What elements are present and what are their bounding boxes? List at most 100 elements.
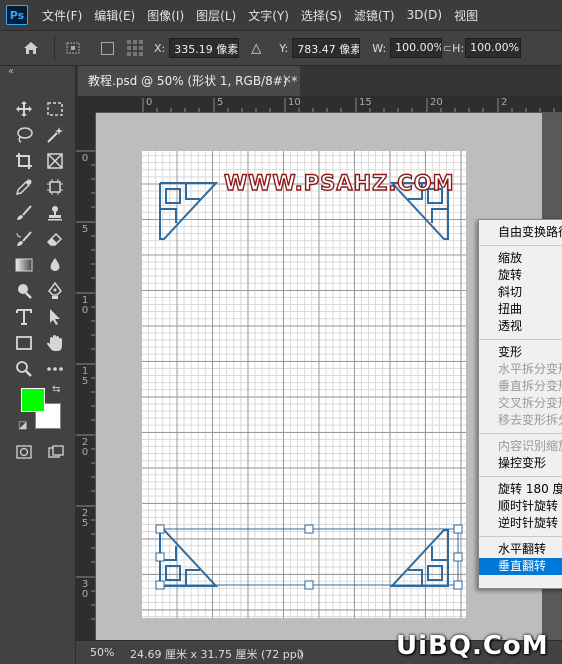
- menu-item: 内容识别缩放: [498, 439, 562, 453]
- tool-grid: [8, 96, 70, 382]
- document-tab[interactable]: 教程.psd @ 50% (形状 1, RGB/8#) * ×: [78, 66, 300, 96]
- menu-item: 水平拆分变形: [498, 362, 562, 376]
- ruler-label: 5: [81, 224, 89, 235]
- menu-item: 交叉拆分变形: [498, 396, 562, 410]
- ruler-label: 3 0: [81, 579, 89, 600]
- collapse-panel-icon[interactable]: «: [8, 66, 14, 77]
- ruler-label: 1 0: [81, 295, 89, 316]
- horizontal-ruler-ticks: [142, 98, 555, 112]
- menu-item[interactable]: 扭曲: [479, 301, 562, 318]
- menu-image[interactable]: 图像(I): [141, 7, 190, 24]
- reference-point-icon[interactable]: [61, 37, 87, 59]
- menu-item[interactable]: 水平翻转: [479, 541, 562, 558]
- menu-item[interactable]: 透视: [479, 318, 562, 335]
- history-brush-tool-icon[interactable]: [8, 226, 39, 252]
- menu-view[interactable]: 视图: [448, 7, 484, 24]
- reference-grid-icon[interactable]: [122, 37, 148, 59]
- close-tab-icon[interactable]: ×: [282, 72, 292, 86]
- ruler-label: 15: [359, 97, 372, 108]
- w-label: W:: [372, 41, 387, 55]
- swap-colors-icon[interactable]: ⇆: [52, 384, 60, 395]
- zoom-level[interactable]: 50%: [90, 646, 114, 659]
- delta-icon[interactable]: △: [251, 41, 261, 56]
- site-watermark: UiBQ.CoM: [396, 631, 549, 661]
- menu-item[interactable]: 变形: [479, 344, 562, 361]
- menu-edit[interactable]: 编辑(E): [88, 7, 141, 24]
- menu-separator: [479, 433, 562, 434]
- menu-layer[interactable]: 图层(L): [190, 7, 242, 24]
- ruler-label: 0: [81, 153, 89, 164]
- brush-tool-icon[interactable]: [8, 200, 39, 226]
- menu-item[interactable]: 逆时针旋转: [479, 515, 562, 532]
- marquee-tool-icon[interactable]: [39, 96, 70, 122]
- home-icon[interactable]: [18, 37, 44, 59]
- divider: [54, 36, 55, 60]
- menu-item[interactable]: 操控变形: [479, 455, 562, 472]
- y-label: Y:: [279, 41, 289, 55]
- blur-tool-icon[interactable]: [39, 252, 70, 278]
- ruler-corner[interactable]: [76, 96, 96, 113]
- pen-tool-icon[interactable]: [39, 278, 70, 304]
- document-tab-title: 教程.psd @ 50% (形状 1, RGB/8#) *: [88, 74, 298, 88]
- ruler-label: 10: [288, 97, 301, 108]
- type-tool-icon[interactable]: [8, 304, 39, 330]
- menu-separator: [479, 339, 562, 340]
- watermark-text: WWW.PSAHZ.COM: [223, 170, 455, 195]
- menu-3d[interactable]: 3D(D): [401, 8, 448, 22]
- status-menu-arrow[interactable]: 〉: [298, 646, 309, 662]
- x-position-field[interactable]: 335.19 像素: [169, 38, 240, 58]
- h-label: H:: [452, 41, 465, 55]
- menu-bar: Ps 文件(F) 编辑(E) 图像(I) 图层(L) 文字(Y) 选择(S) 滤…: [0, 0, 562, 30]
- ruler-label: 2 0: [81, 437, 89, 458]
- menu-item: 垂直拆分变形: [498, 379, 562, 393]
- menu-separator: [479, 476, 562, 477]
- crop-tool-icon[interactable]: [8, 148, 39, 174]
- menu-select[interactable]: 选择(S): [295, 7, 348, 24]
- vertical-ruler[interactable]: 0 5 1 0 1 5 2 0 2 5 3 0: [76, 113, 96, 640]
- horizontal-ruler[interactable]: 0 5 10 15 20 2: [96, 96, 562, 113]
- ruler-label: 1 5: [81, 366, 89, 387]
- more-tools-icon[interactable]: [39, 356, 70, 382]
- x-label: X:: [154, 41, 166, 55]
- document-dimensions: 24.69 厘米 x 31.75 厘米 (72 ppi): [130, 648, 305, 661]
- move-tool-icon[interactable]: [8, 96, 39, 122]
- hand-tool-icon[interactable]: [39, 330, 70, 356]
- height-field[interactable]: 100.00%: [465, 38, 522, 58]
- menu-item[interactable]: 自由变换路径: [479, 224, 562, 241]
- menu-file[interactable]: 文件(F): [36, 7, 88, 24]
- frame-tool-icon[interactable]: [39, 148, 70, 174]
- ruler-label: 0: [146, 97, 153, 108]
- menu-item[interactable]: 斜切: [479, 284, 562, 301]
- path-selection-tool-icon[interactable]: [39, 304, 70, 330]
- link-icon[interactable]: ⊂: [442, 37, 452, 59]
- patch-tool-icon[interactable]: [39, 174, 70, 200]
- corner-ornaments: [155, 182, 463, 590]
- ruler-label: 2: [501, 97, 508, 108]
- rectangle-tool-icon[interactable]: [8, 330, 39, 356]
- dodge-tool-icon[interactable]: [8, 278, 39, 304]
- screen-mode-icon[interactable]: [46, 442, 66, 462]
- document-canvas[interactable]: WWW.PSAHZ.COM: [142, 151, 466, 618]
- eraser-tool-icon[interactable]: [39, 226, 70, 252]
- magic-wand-tool-icon[interactable]: [39, 122, 70, 148]
- photoshop-logo: Ps: [6, 5, 28, 25]
- y-position-field[interactable]: 783.47 像素: [292, 38, 361, 58]
- menu-filter[interactable]: 滤镜(T): [348, 7, 401, 24]
- menu-item[interactable]: 旋转 180 度: [479, 481, 562, 498]
- reference-point-checkbox[interactable]: [101, 41, 114, 55]
- menu-item[interactable]: 垂直翻转: [479, 558, 562, 575]
- menu-item[interactable]: 旋转: [479, 267, 562, 284]
- lasso-tool-icon[interactable]: [8, 122, 39, 148]
- gradient-tool-icon[interactable]: [8, 252, 39, 278]
- zoom-tool-icon[interactable]: [8, 356, 39, 382]
- eyedropper-tool-icon[interactable]: [8, 174, 39, 200]
- menu-item[interactable]: 缩放: [479, 250, 562, 267]
- menu-type[interactable]: 文字(Y): [242, 7, 295, 24]
- default-colors-icon[interactable]: ◪: [18, 420, 27, 431]
- menu-item[interactable]: 顺时针旋转: [479, 498, 562, 515]
- menu-separator: [479, 245, 562, 246]
- quick-mask-icon[interactable]: [14, 442, 34, 462]
- foreground-color-swatch[interactable]: [21, 388, 45, 412]
- stamp-tool-icon[interactable]: [39, 200, 70, 226]
- width-field[interactable]: 100.00%: [390, 38, 443, 58]
